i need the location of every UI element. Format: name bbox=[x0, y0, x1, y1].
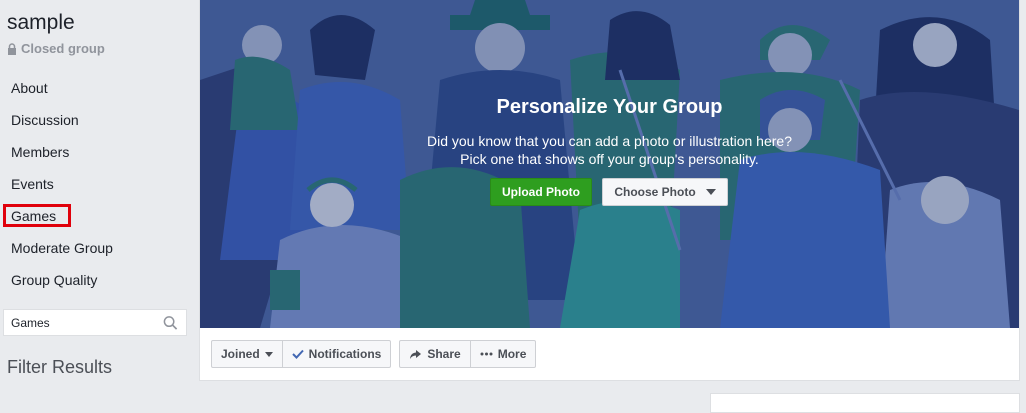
cover-subtitle-line2: Pick one that shows off your group's per… bbox=[460, 151, 759, 167]
nav-item-group-quality[interactable]: Group Quality bbox=[0, 264, 196, 296]
group-privacy: Closed group bbox=[7, 41, 105, 56]
filter-results-heading: Filter Results bbox=[7, 357, 113, 377]
left-sidebar: sample Closed group About Discussion Mem… bbox=[0, 0, 196, 401]
privacy-label: Closed group bbox=[21, 41, 105, 56]
nav-item-about[interactable]: About bbox=[0, 72, 196, 104]
nav-item-games[interactable]: Games bbox=[0, 200, 196, 232]
share-label: Share bbox=[427, 347, 461, 361]
search-icon[interactable] bbox=[163, 315, 178, 331]
membership-button-group: Joined Notifications bbox=[211, 340, 392, 368]
more-label: More bbox=[497, 347, 527, 361]
notifications-button[interactable]: Notifications bbox=[281, 341, 391, 367]
lock-icon bbox=[8, 42, 16, 55]
ellipsis-icon bbox=[480, 352, 493, 356]
right-column-card bbox=[710, 393, 1020, 413]
nav-item-moderate-group[interactable]: Moderate Group bbox=[0, 232, 196, 264]
more-button[interactable]: More bbox=[469, 341, 536, 367]
joined-label: Joined bbox=[221, 347, 260, 361]
checkmark-icon bbox=[291, 349, 304, 359]
group-name[interactable]: sample bbox=[7, 11, 75, 35]
choose-photo-button[interactable]: Choose Photo bbox=[602, 178, 728, 206]
nav-item-events[interactable]: Events bbox=[0, 168, 196, 200]
search-input[interactable] bbox=[4, 314, 163, 331]
notifications-label: Notifications bbox=[308, 347, 382, 361]
caret-down-icon bbox=[705, 189, 716, 195]
group-nav: About Discussion Members Events Games Mo… bbox=[0, 72, 196, 296]
nav-item-discussion[interactable]: Discussion bbox=[0, 104, 196, 136]
joined-button[interactable]: Joined bbox=[212, 341, 282, 367]
sidebar-search bbox=[3, 309, 187, 336]
caret-down-icon bbox=[264, 351, 273, 357]
share-more-button-group: Share More bbox=[399, 340, 537, 368]
nav-item-members[interactable]: Members bbox=[0, 136, 196, 168]
share-arrow-icon bbox=[410, 349, 422, 359]
cover-subtitle: Did you know that you can add a photo or… bbox=[200, 132, 1019, 168]
upload-photo-button[interactable]: Upload Photo bbox=[490, 178, 592, 206]
cover-subtitle-line1: Did you know that you can add a photo or… bbox=[426, 133, 792, 149]
cover-title: Personalize Your Group bbox=[496, 96, 723, 118]
group-main-card: Personalize Your Group Did you know that… bbox=[199, 0, 1020, 381]
share-button[interactable]: Share bbox=[400, 341, 469, 367]
upload-photo-label: Upload Photo bbox=[502, 185, 580, 199]
choose-photo-label: Choose Photo bbox=[614, 185, 696, 199]
cover-area: Personalize Your Group Did you know that… bbox=[200, 0, 1019, 328]
group-action-bar: Joined Notifications Share More bbox=[211, 340, 537, 368]
cover-overlay: Personalize Your Group Did you know that… bbox=[200, 0, 1019, 328]
